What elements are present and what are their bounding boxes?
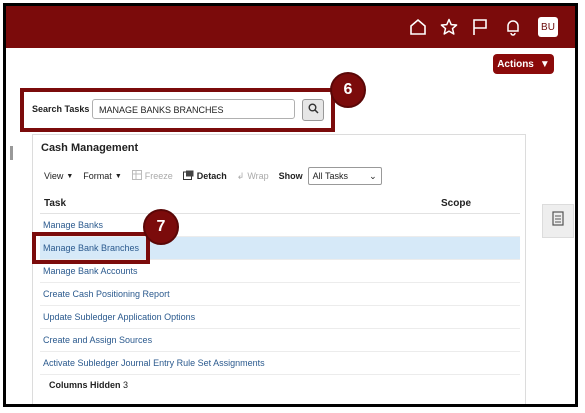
actions-button[interactable]: Actions ▼	[493, 54, 554, 74]
format-menu[interactable]: Format ▼	[83, 171, 121, 181]
columns-hidden-count: 3	[123, 380, 129, 390]
document-icon	[552, 211, 564, 231]
freeze-label: Freeze	[144, 171, 173, 181]
user-avatar[interactable]: BU	[538, 17, 558, 37]
detach-icon	[182, 170, 194, 182]
detach-label: Detach	[196, 171, 227, 181]
table-toolbar: View ▼ Format ▼ Freeze Detach ↲ Wrap Show …	[44, 166, 382, 186]
show-select[interactable]: All Tasks ⌄	[307, 167, 382, 185]
wrap-icon: ↲	[236, 170, 245, 181]
left-edge-marker	[10, 146, 13, 160]
caret-down-icon: ▼	[66, 172, 74, 180]
task-row-subledger-options[interactable]: Update Subledger Application Options	[40, 306, 520, 329]
show-select-value: All Tasks	[312, 171, 349, 181]
callout-badge-7: 7	[143, 209, 179, 245]
callout-badge-6: 6	[330, 72, 366, 108]
caret-down-icon: ▼	[114, 172, 122, 180]
format-label: Format	[83, 171, 112, 181]
wrap-button[interactable]: ↲ Wrap	[237, 171, 269, 182]
callout-highlight-row	[32, 232, 150, 264]
chevron-down-icon: ⌄	[369, 170, 377, 181]
view-label: View	[44, 171, 64, 181]
caret-down-icon: ▼	[539, 58, 550, 70]
show-label: Show	[278, 171, 303, 181]
side-panel-toggle[interactable]	[542, 204, 574, 238]
columns-hidden-label: Columns Hidden	[49, 380, 121, 390]
wrap-label: Wrap	[247, 171, 269, 181]
view-menu[interactable]: View ▼	[44, 171, 73, 181]
freeze-icon	[131, 170, 142, 182]
task-row-create-assign-sources[interactable]: Create and Assign Sources	[40, 329, 520, 352]
app-window: BU Actions ▼ Search Tasks MANAGE BANKS B…	[3, 3, 578, 407]
global-header: BU	[6, 6, 575, 48]
flag-icon[interactable]	[470, 17, 490, 37]
detach-button[interactable]: Detach	[182, 170, 227, 182]
column-header-scope[interactable]: Scope	[441, 198, 471, 209]
task-row-journal-rule-sets[interactable]: Activate Subledger Journal Entry Rule Se…	[40, 352, 520, 375]
callout-highlight-search	[20, 88, 335, 132]
star-icon[interactable]	[439, 17, 459, 37]
column-header-task[interactable]: Task	[44, 198, 66, 209]
task-row-cash-positioning-report[interactable]: Create Cash Positioning Report	[40, 283, 520, 306]
bell-icon[interactable]	[503, 17, 523, 37]
actions-button-label: Actions	[497, 58, 534, 70]
columns-hidden-status: Columns Hidden 3	[49, 380, 128, 390]
home-icon[interactable]	[408, 17, 428, 37]
panel-title: Cash Management	[41, 142, 139, 154]
freeze-button[interactable]: Freeze	[131, 170, 173, 182]
